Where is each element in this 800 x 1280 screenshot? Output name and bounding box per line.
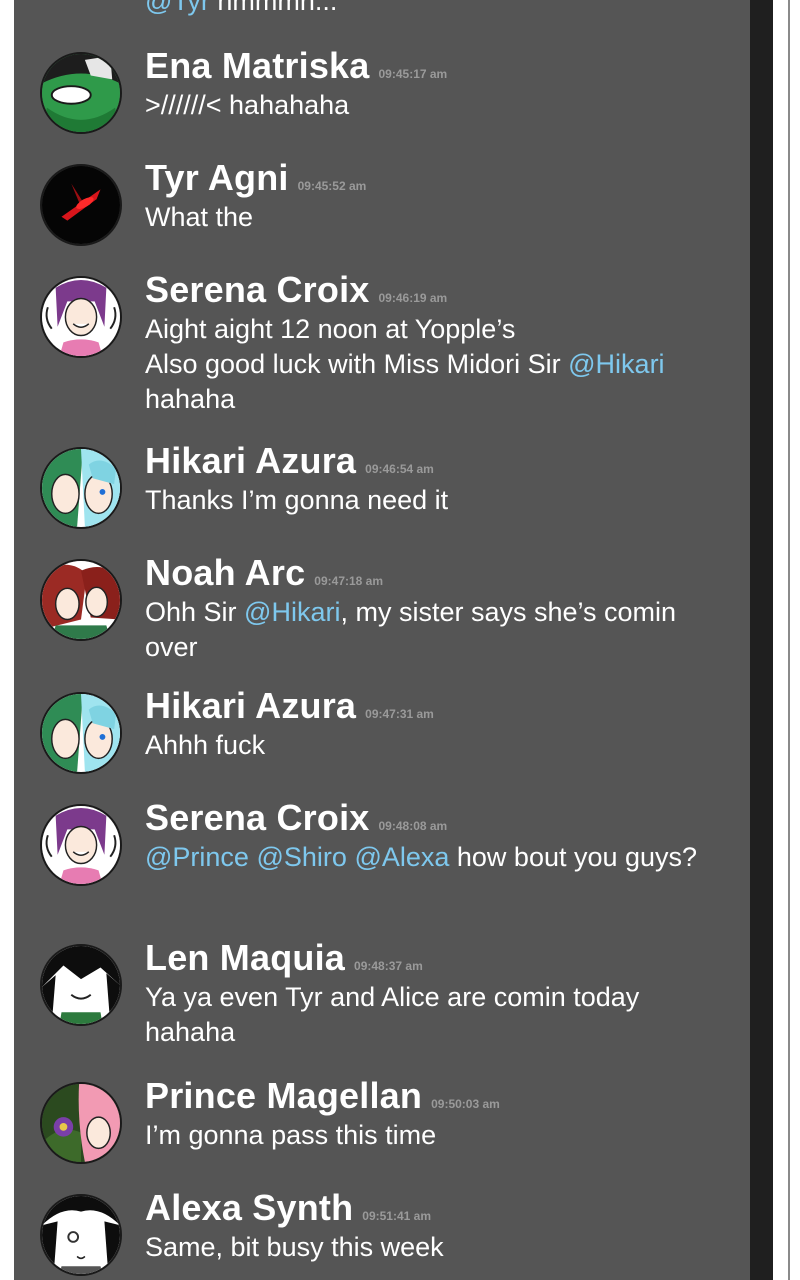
scrollbar-track[interactable]: [750, 0, 773, 1280]
message-text: Aight aight 12 noon at Yopple’s Also goo…: [145, 314, 665, 414]
serena-avatar[interactable]: [40, 804, 122, 886]
mention-link[interactable]: @Tyr: [145, 0, 210, 16]
username[interactable]: Noah Arc: [145, 552, 305, 593]
message-text: @Tyr hmmmn...: [145, 0, 337, 19]
divider-line: [788, 0, 790, 1280]
username[interactable]: Serena Croix: [145, 797, 370, 838]
timestamp: 09:48:37 am: [354, 959, 423, 973]
message-text: Thanks I’m gonna need it: [145, 485, 449, 515]
username[interactable]: Hikari Azura: [145, 440, 356, 481]
username[interactable]: Alexa Synth: [145, 1187, 353, 1228]
username[interactable]: Prince Magellan: [145, 1075, 422, 1116]
mention-link[interactable]: @Prince: [145, 842, 249, 872]
chat-panel: @Tyr hmmmn... Ena Matriska 09:45:17 am >/…: [14, 0, 750, 1280]
serena-avatar[interactable]: [40, 276, 122, 358]
message-text: Same, bit busy this week: [145, 1232, 444, 1262]
timestamp: 09:46:19 am: [378, 291, 448, 305]
message-header: Serena Croix 09:48:08 am: [145, 797, 447, 839]
message-header: Noah Arc 09:47:18 am: [145, 552, 383, 594]
hikari-avatar[interactable]: [40, 447, 122, 529]
timestamp: 09:47:31 am: [365, 707, 434, 721]
tyr-avatar[interactable]: [40, 164, 122, 246]
noah-avatar[interactable]: [40, 559, 122, 641]
timestamp: 09:45:17 am: [378, 67, 448, 81]
username[interactable]: Serena Croix: [145, 269, 370, 310]
message-text: @Prince @Shiro @Alexa how bout you guys?: [145, 842, 698, 872]
mention-link[interactable]: @Hikari: [568, 349, 664, 379]
alexa-avatar[interactable]: [40, 1194, 122, 1276]
message-header: Ena Matriska 09:45:17 am: [145, 45, 447, 87]
message-header: Prince Magellan 09:50:03 am: [145, 1075, 500, 1117]
mention-link[interactable]: @Alexa: [354, 842, 449, 872]
message-text: >//////< hahahaha: [145, 90, 350, 120]
message-text: Ya ya even Tyr and Alice are comin today…: [145, 982, 640, 1047]
message-header: Alexa Synth 09:51:41 am: [145, 1187, 431, 1229]
timestamp: 09:51:41 am: [362, 1209, 431, 1223]
timestamp: 09:50:03 am: [431, 1097, 500, 1111]
message-text: Ohh Sir @Hikari, my sister says she’s co…: [145, 597, 677, 662]
timestamp: 09:48:08 am: [378, 819, 448, 833]
message-text: What the: [145, 202, 254, 232]
timestamp: 09:46:54 am: [365, 462, 434, 476]
message-text: Ahhh fuck: [145, 730, 266, 760]
timestamp: 09:47:18 am: [314, 574, 384, 588]
len-avatar[interactable]: [40, 944, 122, 1026]
username[interactable]: Hikari Azura: [145, 685, 356, 726]
username[interactable]: Tyr Agni: [145, 157, 289, 198]
ena-avatar[interactable]: [40, 52, 122, 134]
mention-link[interactable]: @Hikari: [244, 597, 340, 627]
username[interactable]: Ena Matriska: [145, 45, 370, 86]
mention-link[interactable]: @Shiro: [256, 842, 346, 872]
message-header: Hikari Azura 09:47:31 am: [145, 685, 434, 727]
message-header: Serena Croix 09:46:19 am: [145, 269, 447, 311]
message-header: Hikari Azura 09:46:54 am: [145, 440, 434, 482]
message-header: Tyr Agni 09:45:52 am: [145, 157, 366, 199]
prince-avatar[interactable]: [40, 1082, 122, 1164]
message-header: Len Maquia 09:48:37 am: [145, 937, 423, 979]
username[interactable]: Len Maquia: [145, 937, 345, 978]
hikari-avatar[interactable]: [40, 692, 122, 774]
timestamp: 09:45:52 am: [297, 179, 367, 193]
message-text: I’m gonna pass this time: [145, 1120, 437, 1150]
